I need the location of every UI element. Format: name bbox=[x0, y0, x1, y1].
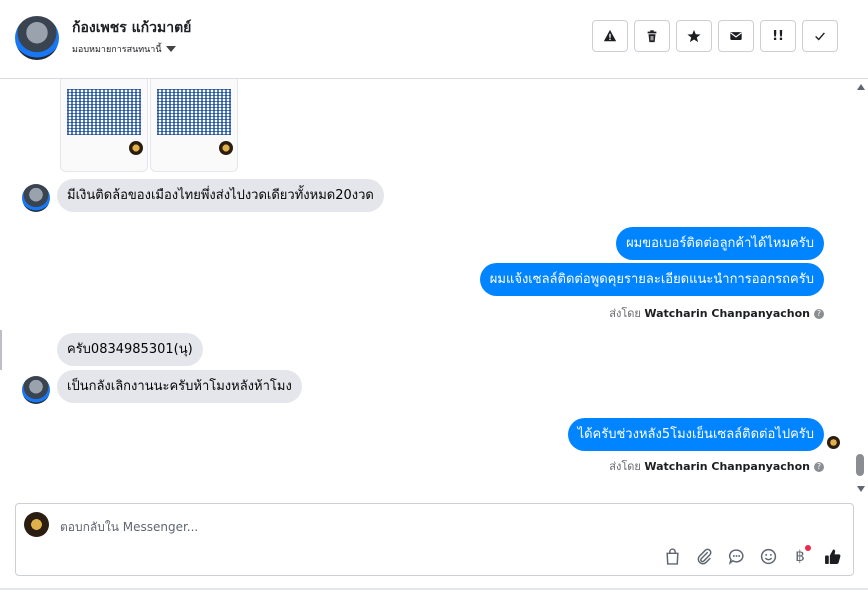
page-avatar bbox=[24, 512, 49, 537]
sent-by-label: ส่งโดย Watcharin Chanpanyachon? bbox=[609, 457, 824, 475]
image-content bbox=[157, 89, 231, 135]
emoji-icon bbox=[760, 548, 776, 564]
chat-bubble-icon bbox=[728, 548, 744, 565]
payment-button[interactable]: ฿ bbox=[789, 545, 811, 567]
sent-by-prefix: ส่งโดย bbox=[609, 307, 641, 320]
shared-image[interactable] bbox=[60, 79, 148, 172]
composer-toolbar: ฿ bbox=[661, 545, 843, 567]
page-logo-icon bbox=[219, 141, 233, 155]
scroll-down-icon[interactable] bbox=[857, 486, 865, 492]
like-icon bbox=[824, 549, 840, 564]
contact-avatar[interactable] bbox=[22, 184, 50, 212]
sender-name[interactable]: Watcharin Chanpanyachon bbox=[644, 307, 810, 320]
shared-image[interactable] bbox=[150, 79, 238, 172]
baht-icon: ฿ bbox=[795, 547, 805, 565]
warning-icon bbox=[603, 29, 617, 42]
message-incoming: เป็นกลังเลิกงานนะครับห้าโมงหลังห้าโมง bbox=[57, 370, 302, 403]
page-logo-icon bbox=[129, 141, 143, 155]
contact-avatar[interactable] bbox=[22, 376, 50, 404]
trash-icon bbox=[647, 30, 657, 43]
message-outgoing: ผมขอเบอร์ติดต่อลูกค้าได้ไหมครับ bbox=[616, 227, 824, 260]
emoji-button[interactable] bbox=[757, 545, 779, 567]
report-spam-button[interactable] bbox=[592, 20, 628, 52]
mail-icon bbox=[730, 32, 742, 40]
mark-unread-button[interactable] bbox=[718, 20, 754, 52]
check-icon bbox=[815, 32, 825, 41]
sent-by-label: ส่งโดย Watcharin Chanpanyachon? bbox=[609, 304, 824, 322]
message-outgoing: ได้ครับช่วงหลัง5โมงเย็นเซลล์ติดต่อไปครับ bbox=[567, 418, 824, 451]
bag-icon bbox=[665, 547, 679, 565]
notification-dot bbox=[805, 545, 811, 551]
mark-done-button[interactable] bbox=[802, 20, 838, 52]
conversation-header: ก้องเพชร แก้วมาตย์ มอบหมายการสนทนานี้ !! bbox=[0, 0, 868, 79]
message-outgoing: ผมแจ้งเซลล์ติดต่อพูดคุยรายละเอียดแนะนำกา… bbox=[479, 263, 824, 296]
contact-name[interactable]: ก้องเพชร แก้วมาตย์ bbox=[72, 17, 191, 39]
reply-input[interactable]: ตอบกลับใน Messenger... bbox=[60, 518, 198, 537]
chevron-down-icon bbox=[165, 46, 176, 52]
help-icon[interactable]: ? bbox=[814, 462, 824, 472]
attach-button[interactable] bbox=[693, 545, 715, 567]
follow-up-icon: !! bbox=[772, 28, 784, 44]
image-content bbox=[67, 89, 141, 135]
sender-name[interactable]: Watcharin Chanpanyachon bbox=[644, 460, 810, 473]
assign-conversation-dropdown[interactable]: มอบหมายการสนทนานี้ bbox=[72, 42, 176, 56]
delete-button[interactable] bbox=[634, 20, 670, 52]
saved-replies-button[interactable] bbox=[725, 545, 747, 567]
shop-button[interactable] bbox=[661, 545, 683, 567]
scrollbar-thumb[interactable] bbox=[856, 454, 864, 476]
message-incoming: ครับ0834985301(นุ) bbox=[57, 333, 203, 366]
follow-up-button[interactable]: !! bbox=[760, 20, 796, 52]
scroll-up-icon[interactable] bbox=[857, 84, 865, 90]
window-edge bbox=[0, 330, 2, 370]
star-icon bbox=[687, 29, 701, 43]
assign-label: มอบหมายการสนทนานี้ bbox=[72, 45, 162, 55]
header-actions: !! bbox=[592, 20, 838, 52]
contact-avatar[interactable] bbox=[15, 16, 59, 60]
like-button[interactable] bbox=[821, 545, 843, 567]
thread-scrollbar[interactable] bbox=[854, 82, 866, 494]
help-icon[interactable]: ? bbox=[814, 309, 824, 319]
sent-by-prefix: ส่งโดย bbox=[609, 460, 641, 473]
reply-composer[interactable]: ตอบกลับใน Messenger... ฿ bbox=[15, 503, 854, 576]
message-incoming: มีเงินติดล้อของเมืองไทยพึ่งส่งไปงวดเดียว… bbox=[57, 179, 384, 212]
star-button[interactable] bbox=[676, 20, 712, 52]
paperclip-icon bbox=[697, 548, 711, 564]
seen-avatar-icon bbox=[827, 436, 840, 449]
